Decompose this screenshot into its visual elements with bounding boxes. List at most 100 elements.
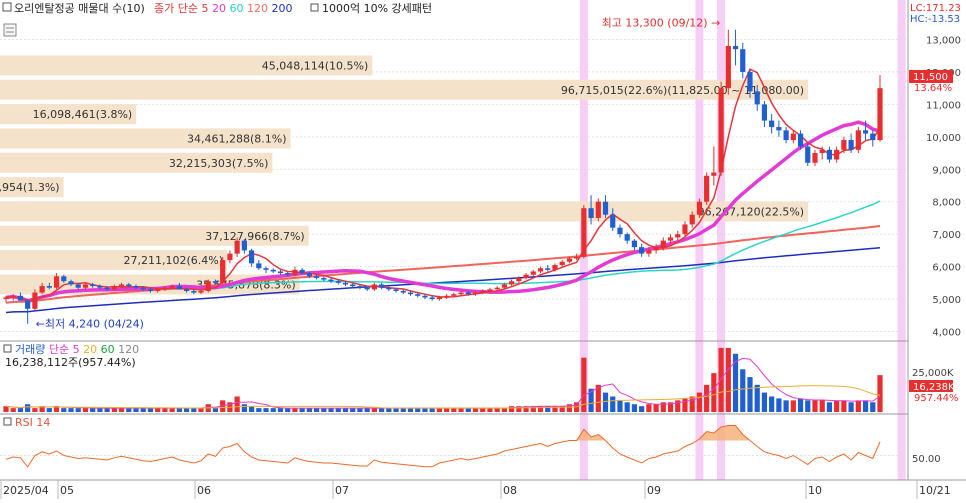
candle-body [270, 269, 276, 272]
volume-bar [422, 408, 428, 412]
pattern-label: 1000억 10% 강세패턴 [322, 2, 432, 15]
volume-bar [90, 408, 96, 412]
candle-body [523, 274, 529, 278]
volume-ma-legend: 거래량 단순 5 20 60 120 [15, 343, 139, 356]
volume-bar [841, 400, 847, 412]
candle-body [617, 227, 623, 235]
date-axis-label: 10/21 [919, 484, 951, 497]
volume-bar [111, 408, 117, 412]
candle-body [487, 289, 493, 291]
candle-body [574, 256, 580, 259]
volume-bar [155, 408, 161, 412]
candle-body [241, 240, 247, 251]
candle-body [566, 258, 573, 262]
volume-bar [118, 408, 125, 412]
volume-bar [754, 384, 760, 412]
volume-bar [10, 408, 16, 412]
volume-bar [696, 392, 703, 412]
price-axis-tick: 6,000 [932, 263, 961, 274]
volume-bar [285, 408, 291, 412]
candle-body [444, 295, 450, 298]
candle-body [834, 149, 840, 160]
volume-bar [682, 398, 688, 412]
candle-body [306, 273, 312, 277]
volume-bar [313, 408, 320, 412]
volume-bar [711, 373, 717, 412]
candle-body [660, 240, 666, 248]
candle-body [602, 201, 609, 215]
volume-bar [61, 408, 67, 412]
volume-bar [32, 408, 38, 412]
date-axis-label: 09 [647, 484, 661, 497]
volume-bar [740, 369, 746, 412]
volume-bar [725, 347, 731, 412]
candle-body [205, 281, 211, 291]
chart-canvas[interactable]: 45,048,114(10.5%)96,715,015(22.6%)(11,82… [0, 0, 966, 499]
candle-body [82, 284, 89, 288]
price-axis-tick: 7,000 [932, 230, 961, 241]
candle-body [169, 286, 175, 288]
volume-profile-label: 32,215,303(7.5%) [169, 157, 269, 170]
volume-bar [826, 402, 833, 412]
volume-bar [790, 400, 796, 412]
candle-body [39, 286, 45, 293]
candle-body [198, 290, 204, 293]
volume-bar [104, 408, 110, 412]
volume-bar [75, 408, 81, 412]
volume-bar [487, 408, 493, 412]
price-axis-tick: 4,000 [932, 328, 961, 339]
candle-body [747, 71, 753, 92]
volume-bar [689, 396, 695, 412]
candle-body [826, 149, 833, 160]
volume-bar [335, 408, 341, 412]
volume-bar [248, 406, 255, 412]
volume-bar [812, 400, 818, 412]
candle-body [68, 281, 74, 285]
candle-body [321, 277, 327, 280]
volume-bar [393, 408, 399, 412]
volume-bar [451, 408, 457, 412]
candle-body [256, 263, 262, 269]
volume-bar [68, 408, 74, 412]
volume-tag-value: 16,238K [913, 382, 955, 393]
candle-body [855, 130, 861, 150]
candle-body [357, 286, 363, 288]
candle-body [480, 290, 486, 293]
candle-body [509, 281, 515, 285]
volume-bar [436, 408, 442, 412]
candle-body [415, 294, 421, 296]
candle-body [769, 120, 775, 128]
volume-bar [169, 408, 175, 412]
candle-body [704, 175, 710, 202]
price-tag-pct: 13.64% [914, 83, 952, 94]
volume-profile-label: 27,211,102(6.4%) [123, 254, 223, 267]
volume-bar [501, 408, 507, 412]
candle-body [350, 284, 356, 287]
candle-body [675, 234, 681, 238]
candle-body [104, 287, 110, 290]
volume-bar [769, 396, 775, 412]
candle-body [754, 91, 760, 105]
candle-body [530, 271, 536, 275]
volume-profile-label: 34,461,288(8.1%) [187, 132, 287, 145]
candle-body [10, 295, 16, 298]
volume-bar [509, 406, 515, 412]
candle-body [176, 286, 182, 290]
volume-bar [537, 406, 544, 412]
volume-bar [350, 408, 356, 412]
candle-body [624, 234, 630, 241]
grid-toggle-icon[interactable] [3, 23, 17, 37]
date-axis-label: 2025/04 [3, 484, 49, 497]
volume-profile-label: 96,267,120(22.5%) [698, 205, 805, 218]
candle-body [783, 130, 789, 141]
candle-body [689, 214, 695, 225]
volume-bar [299, 408, 305, 412]
candle-body [118, 284, 125, 287]
volume-bar [277, 408, 284, 412]
candle-body [155, 289, 161, 291]
candle-body [328, 279, 334, 282]
volume-bar [718, 347, 724, 412]
volume-bar [631, 404, 638, 412]
candle-body [581, 208, 587, 257]
volume-bar [198, 408, 204, 412]
